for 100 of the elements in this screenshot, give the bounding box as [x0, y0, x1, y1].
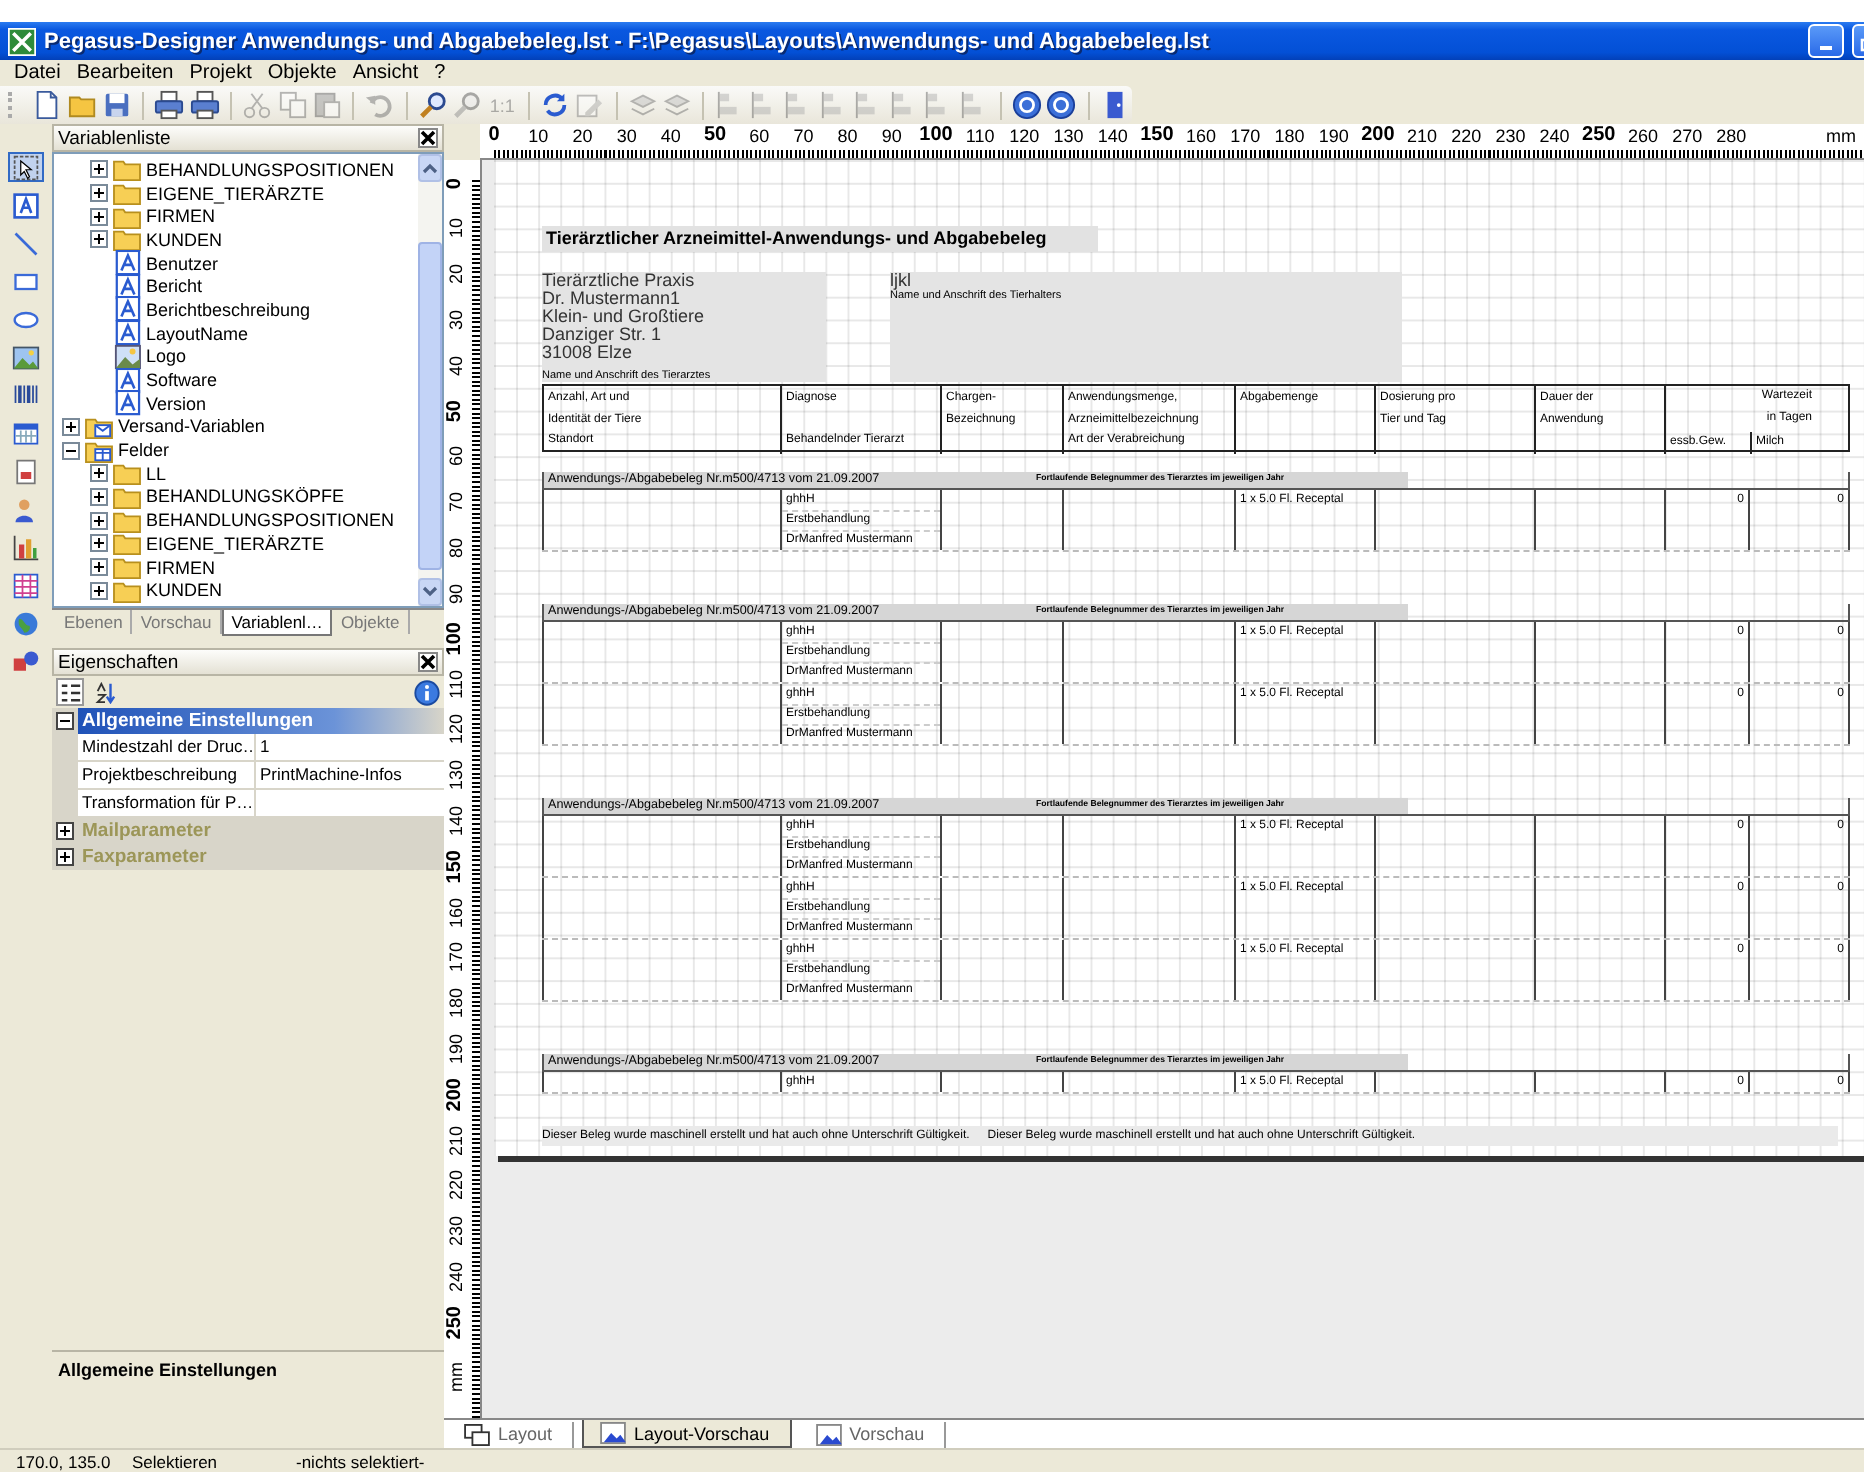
close-icon	[420, 130, 436, 146]
tree-item[interactable]: Berichtbeschreibung	[146, 299, 311, 320]
menu-item[interactable]: Datei	[14, 62, 61, 84]
tree-item[interactable]: BEHANDLUNGSPOSITIONEN	[146, 159, 395, 180]
expand-icon[interactable]	[62, 417, 80, 436]
ruler-label: 30	[614, 124, 639, 148]
menu-item[interactable]: Ansicht	[352, 62, 419, 84]
property-name: Projektbeschreibung	[78, 762, 256, 788]
property-value[interactable]: 1	[256, 734, 444, 760]
section-header[interactable]: Allgemeine Einstellungen	[78, 708, 444, 734]
pointer-icon	[12, 153, 40, 181]
ruler-label: 100	[917, 124, 955, 148]
ruler-label: 280	[1714, 124, 1749, 148]
print-button[interactable]	[187, 87, 222, 123]
variable-icon	[112, 320, 142, 347]
tree-item[interactable]: Benutzer	[146, 253, 219, 274]
panel-tab[interactable]: Variablenl…	[221, 610, 333, 636]
tree-item[interactable]: BEHANDLUNGSKÖPFE	[146, 486, 345, 507]
expand-icon[interactable]	[90, 207, 108, 226]
categorized-button[interactable]	[56, 678, 84, 706]
tree-item[interactable]: Software	[146, 370, 218, 391]
collapse-icon[interactable]	[62, 441, 80, 460]
ruler-label: 10	[526, 124, 551, 148]
status-text: -nichts selektiert-	[296, 1451, 425, 1471]
panel-tab[interactable]: Objekte	[332, 610, 410, 634]
folder-icon	[112, 226, 142, 253]
tree-item[interactable]: EIGENE_TIERÄRZTE	[146, 533, 325, 554]
zoom-button[interactable]	[415, 87, 450, 123]
tool-button[interactable]	[8, 342, 44, 372]
printer-icon	[154, 90, 185, 120]
expand-icon[interactable]	[90, 534, 108, 553]
layers-icon	[662, 90, 693, 120]
ruler-label: 130	[444, 760, 468, 791]
ruler-label: 120	[444, 714, 468, 745]
ruler-label: 200	[444, 1077, 468, 1112]
tool-button[interactable]	[8, 570, 44, 600]
minimize-button[interactable]	[1808, 24, 1844, 58]
tree-item[interactable]: BEHANDLUNGSPOSITIONEN	[146, 510, 395, 531]
tree-item[interactable]: Versand-Variablen	[118, 416, 265, 437]
variable-icon	[112, 273, 142, 300]
expand-icon[interactable]	[90, 230, 108, 249]
ruler-label: 50	[701, 124, 729, 148]
tree-item[interactable]: LayoutName	[146, 323, 249, 344]
expand-icon[interactable]	[90, 464, 108, 483]
menu-item[interactable]: ?	[434, 62, 446, 84]
panel-title: Eigenschaften	[58, 651, 179, 673]
expand-icon[interactable]	[90, 184, 108, 203]
tool-button[interactable]	[8, 190, 44, 220]
menu-item[interactable]: Bearbeiten	[76, 62, 174, 84]
tool-button[interactable]	[8, 532, 44, 562]
window-title: Pegasus-Designer Anwendungs- und Abgabebeleg.lst - F:\Pegasus\Layouts\Anwendungs- und Abgabebeleg.lst	[44, 29, 1211, 53]
expand-icon[interactable]	[90, 511, 108, 530]
view-tab[interactable]: Layout-Vorschau	[582, 1420, 792, 1448]
expand-icon[interactable]	[90, 581, 108, 600]
menu-item[interactable]: Objekte	[267, 62, 337, 84]
scrollbar[interactable]	[418, 154, 442, 606]
tool-button[interactable]	[8, 152, 44, 182]
expand-icon[interactable]	[56, 822, 74, 840]
tree-item[interactable]: LL	[146, 463, 167, 484]
magnifier-icon	[417, 90, 448, 120]
ruler-label: 220	[444, 1170, 468, 1201]
expand-icon[interactable]	[56, 848, 74, 866]
property-value[interactable]: PrintMachine-Infos	[256, 762, 444, 788]
tree-item[interactable]: Version	[146, 393, 207, 414]
expand-icon[interactable]	[90, 160, 108, 179]
tree-item[interactable]: Bericht	[146, 276, 203, 297]
close-icon	[420, 654, 436, 670]
help-button[interactable]	[1044, 87, 1080, 123]
ruler-label: 20	[570, 124, 595, 148]
report-title: Tierärztlicher Arzneimittel-Anwendungs- und Abgabebeleg	[542, 226, 1098, 252]
line-icon	[12, 229, 40, 257]
help-button[interactable]	[1009, 87, 1045, 123]
expand-icon[interactable]	[90, 558, 108, 577]
tree-item[interactable]: FIRMEN	[146, 557, 215, 578]
ruler-label: 170	[444, 942, 468, 973]
panel-tab[interactable]: Ebenen	[56, 610, 133, 634]
tree-item[interactable]: Felder	[118, 440, 170, 461]
minimize-icon	[1820, 45, 1832, 49]
expand-icon[interactable]	[90, 487, 108, 506]
printer-icon	[189, 90, 220, 120]
tree-item[interactable]: FIRMEN	[146, 206, 215, 227]
close-button[interactable]	[418, 652, 438, 672]
tree-item[interactable]: EIGENE_TIERÄRZTE	[146, 183, 325, 204]
folder-icon	[112, 554, 142, 581]
ruler-label: 110	[963, 124, 997, 148]
tree-item[interactable]: KUNDEN	[146, 229, 223, 250]
ruler-label: 160	[1184, 124, 1219, 148]
tree-item[interactable]: Logo	[146, 346, 187, 367]
close-button[interactable]	[418, 128, 438, 148]
page-icon	[32, 90, 63, 120]
sort-button[interactable]	[90, 678, 118, 706]
tree-item[interactable]: KUNDEN	[146, 580, 223, 601]
info-button[interactable]	[412, 678, 440, 706]
collapse-icon[interactable]	[56, 712, 74, 730]
ruler-label: 60	[747, 124, 772, 148]
menu-item[interactable]: Projekt	[189, 62, 252, 84]
table-folder-icon	[84, 437, 114, 464]
tool-button[interactable]	[8, 418, 44, 448]
print-button[interactable]	[152, 87, 188, 123]
ruler-label: 240	[444, 1262, 468, 1293]
